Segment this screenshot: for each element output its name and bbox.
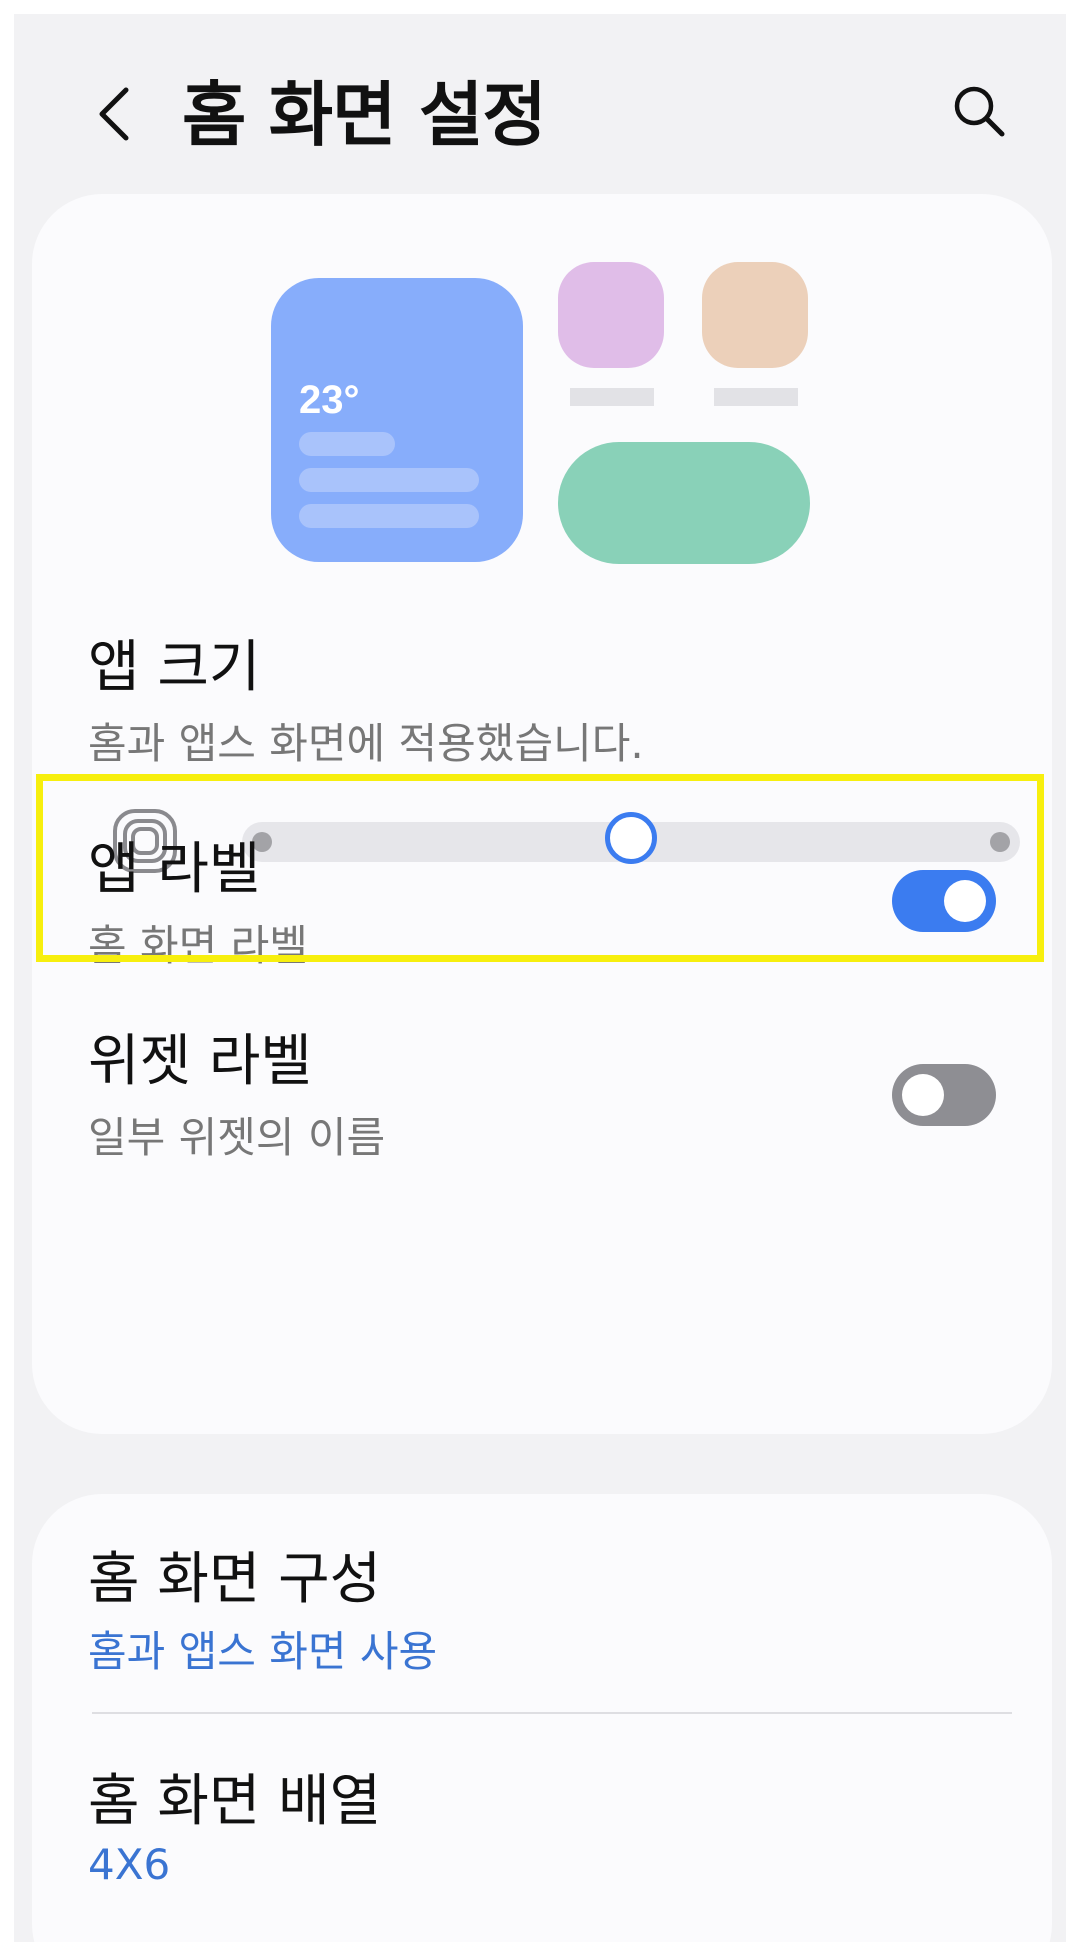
app-label-subtitle: 홈 화면 라벨 [88, 921, 308, 970]
screen: 홈 화면 설정 23° 앱 크기 홈과 앱스 화면에 적용했습니다. 앱 라벨 … [14, 14, 1066, 1942]
page-title: 홈 화면 설정 [182, 74, 547, 156]
widget-label-subtitle: 일부 위젯의 이름 [88, 1113, 386, 1162]
weather-temperature: 23° [299, 378, 360, 422]
weather-placeholder-bar [299, 504, 479, 528]
app-icon-preview [558, 262, 664, 368]
app-icon-preview [702, 262, 808, 368]
weather-placeholder-bar [299, 432, 395, 456]
app-label-row[interactable]: 앱 라벨 홈 화면 라벨 [32, 784, 1052, 974]
app-size-subtitle: 홈과 앱스 화면에 적용했습니다. [88, 719, 644, 768]
divider [92, 1712, 1012, 1714]
home-grid-row[interactable]: 홈 화면 배열 4X6 [32, 1716, 1052, 1916]
toggle-knob [902, 1074, 944, 1116]
home-grid-title: 홈 화면 배열 [88, 1769, 382, 1834]
weather-placeholder-bar [299, 468, 479, 492]
home-layout-row[interactable]: 홈 화면 구성 홈과 앱스 화면 사용 [32, 1494, 1052, 1684]
widget-pill-preview [558, 442, 810, 564]
app-label-toggle[interactable] [892, 870, 996, 932]
home-layout-title: 홈 화면 구성 [88, 1547, 382, 1612]
toggle-knob [944, 880, 986, 922]
app-label-preview [714, 388, 798, 406]
search-icon [954, 86, 1005, 137]
settings-card-layout: 홈 화면 구성 홈과 앱스 화면 사용 홈 화면 배열 4X6 [32, 1494, 1052, 1942]
home-screen-preview: 23° [32, 194, 1052, 614]
back-button[interactable] [84, 74, 144, 154]
app-size-title: 앱 크기 [88, 635, 261, 700]
widget-label-toggle[interactable] [892, 1064, 996, 1126]
app-label-title: 앱 라벨 [88, 837, 261, 902]
app-label-preview [570, 388, 654, 406]
home-layout-value: 홈과 앱스 화면 사용 [88, 1627, 438, 1676]
search-button[interactable] [944, 76, 1014, 146]
settings-card-appearance: 23° 앱 크기 홈과 앱스 화면에 적용했습니다. 앱 라벨 홈 화면 라벨 … [32, 194, 1052, 1434]
weather-widget-preview: 23° [271, 278, 523, 562]
chevron-left-icon [99, 87, 129, 141]
widget-label-row[interactable]: 위젯 라벨 일부 위젯의 이름 [32, 984, 1052, 1174]
widget-label-title: 위젯 라벨 [88, 1029, 312, 1094]
home-grid-value: 4X6 [88, 1840, 171, 1889]
